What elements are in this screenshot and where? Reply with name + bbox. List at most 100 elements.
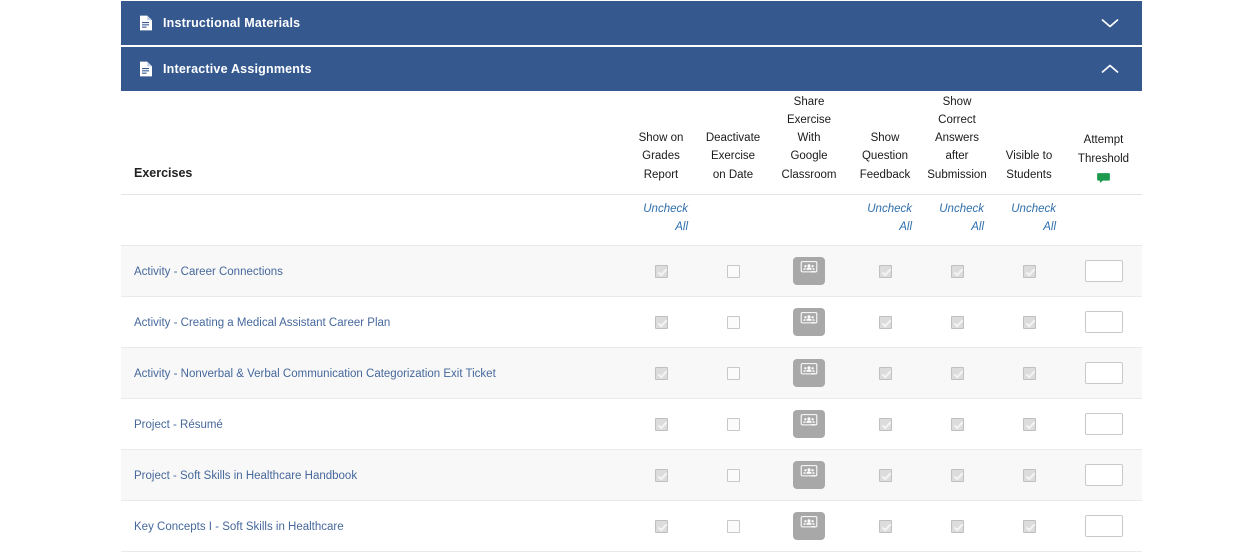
checkbox-deactivate-exercise-on-date[interactable] bbox=[726, 468, 740, 482]
column-header-show-question-feedback: Show Question Feedback bbox=[849, 93, 921, 195]
checkbox-visible-to-students[interactable] bbox=[1022, 519, 1036, 533]
cell-share-with-google-classroom bbox=[769, 500, 849, 553]
uncheck-all-line1: Uncheck bbox=[939, 202, 984, 215]
attempt-threshold-input[interactable] bbox=[1084, 311, 1123, 334]
checkbox-show-on-grades-report[interactable] bbox=[654, 264, 668, 278]
cell-show-question-feedback bbox=[849, 500, 921, 553]
attempt-threshold-input[interactable] bbox=[1084, 362, 1123, 385]
uncheck-all-cell-grades: Uncheck All bbox=[625, 194, 697, 247]
uncheck-all-line1: Uncheck bbox=[1011, 202, 1056, 215]
google-classroom-share-button[interactable] bbox=[793, 512, 825, 541]
column-header-line: Visible to bbox=[1005, 150, 1053, 163]
cell-attempt-threshold bbox=[1065, 398, 1142, 451]
column-header-line: Exercise bbox=[786, 114, 832, 127]
exercise-link[interactable]: Activity - Career Connections bbox=[134, 266, 283, 278]
google-classroom-share-button[interactable] bbox=[793, 461, 825, 490]
cell-attempt-threshold bbox=[1065, 500, 1142, 553]
checkbox-show-correct-answers-after-submission[interactable] bbox=[950, 468, 964, 482]
checkbox-show-correct-answers-after-submission[interactable] bbox=[950, 264, 964, 278]
cell-show-on-grades-report bbox=[625, 296, 697, 349]
checkbox-show-question-feedback[interactable] bbox=[878, 468, 892, 482]
table-row: Activity - Nonverbal & Verbal Communicat… bbox=[121, 347, 1142, 400]
checkbox-show-correct-answers-after-submission[interactable] bbox=[950, 315, 964, 329]
checkbox-show-question-feedback[interactable] bbox=[878, 315, 892, 329]
comment-bubble-icon[interactable] bbox=[1097, 172, 1110, 184]
uncheck-all-line1: Uncheck bbox=[643, 202, 688, 215]
column-header-show-correct-answers-after-submission: Show Correct Answers after Submission bbox=[921, 93, 993, 195]
checkbox-deactivate-exercise-on-date[interactable] bbox=[726, 264, 740, 278]
google-classroom-glyph bbox=[800, 465, 818, 477]
checkbox-visible-to-students[interactable] bbox=[1022, 264, 1036, 278]
exercise-link[interactable]: Key Concepts I - Soft Skills in Healthca… bbox=[134, 521, 344, 533]
section-header-interactive-assignments[interactable]: Interactive Assignments bbox=[121, 47, 1142, 92]
google-classroom-share-button[interactable] bbox=[793, 308, 825, 337]
column-header-line: Answers bbox=[934, 132, 980, 145]
uncheck-all-link-show-correct-answers[interactable]: Uncheck All bbox=[930, 201, 984, 237]
column-header-line: Correct bbox=[938, 114, 976, 127]
uncheck-all-link-show-on-grades-report[interactable]: Uncheck All bbox=[634, 201, 688, 237]
checkbox-show-on-grades-report[interactable] bbox=[654, 366, 668, 380]
exercise-link[interactable]: Project - Résumé bbox=[134, 419, 223, 431]
checkbox-show-on-grades-report[interactable] bbox=[654, 315, 668, 329]
section-header-instructional-materials[interactable]: Instructional Materials bbox=[121, 1, 1142, 46]
uncheck-all-link-visible-to-students[interactable]: Uncheck All bbox=[1002, 201, 1056, 237]
column-header-attempt-threshold: Attempt Threshold bbox=[1065, 93, 1142, 195]
table-header: Exercises Show on Grades Report Deactiva… bbox=[121, 93, 1142, 247]
exercise-link[interactable]: Activity - Nonverbal & Verbal Communicat… bbox=[134, 368, 496, 380]
checkbox-deactivate-exercise-on-date[interactable] bbox=[726, 366, 740, 380]
uncheck-all-link-show-question-feedback[interactable]: Uncheck All bbox=[858, 201, 912, 237]
checkbox-show-on-grades-report[interactable] bbox=[654, 417, 668, 431]
column-header-deactivate-exercise-on-date: Deactivate Exercise on Date bbox=[697, 93, 769, 195]
checkbox-show-on-grades-report[interactable] bbox=[654, 519, 668, 533]
uncheck-all-cell-feedback: Uncheck All bbox=[849, 194, 921, 247]
checkbox-visible-to-students[interactable] bbox=[1022, 417, 1036, 431]
checkbox-deactivate-exercise-on-date[interactable] bbox=[726, 417, 740, 431]
cell-deactivate-exercise-on-date bbox=[697, 500, 769, 553]
exercise-link[interactable]: Activity - Creating a Medical Assistant … bbox=[134, 317, 390, 329]
column-header-line: Report bbox=[643, 168, 679, 181]
checkbox-show-correct-answers-after-submission[interactable] bbox=[950, 366, 964, 380]
checkbox-show-question-feedback[interactable] bbox=[878, 417, 892, 431]
cell-attempt-threshold bbox=[1065, 245, 1142, 298]
cell-show-on-grades-report bbox=[625, 449, 697, 502]
google-classroom-share-button[interactable] bbox=[793, 410, 825, 439]
column-header-line: With bbox=[797, 132, 821, 145]
exercise-link[interactable]: Project - Soft Skills in Healthcare Hand… bbox=[134, 470, 357, 482]
checkbox-show-question-feedback[interactable] bbox=[878, 519, 892, 533]
checkbox-visible-to-students[interactable] bbox=[1022, 366, 1036, 380]
cell-show-correct-answers-after-submission bbox=[921, 296, 993, 349]
column-header-line: Exercises bbox=[134, 166, 193, 181]
google-classroom-glyph bbox=[800, 261, 818, 273]
section-title: Interactive Assignments bbox=[163, 62, 312, 76]
checkbox-show-correct-answers-after-submission[interactable] bbox=[950, 417, 964, 431]
cell-deactivate-exercise-on-date bbox=[697, 296, 769, 349]
column-header-share-with-google-classroom: Share Exercise With Google Classroom bbox=[769, 93, 849, 195]
cell-deactivate-exercise-on-date bbox=[697, 449, 769, 502]
column-header-line: on Date bbox=[712, 168, 754, 181]
chevron-up-icon[interactable] bbox=[1100, 63, 1120, 75]
exercise-name-cell: Activity - Career Connections bbox=[121, 245, 625, 298]
table-row: Project - Soft Skills in Healthcare Hand… bbox=[121, 449, 1142, 502]
checkbox-show-question-feedback[interactable] bbox=[878, 366, 892, 380]
cell-deactivate-exercise-on-date bbox=[697, 347, 769, 400]
attempt-threshold-input[interactable] bbox=[1084, 413, 1123, 436]
checkbox-visible-to-students[interactable] bbox=[1022, 315, 1036, 329]
checkbox-show-question-feedback[interactable] bbox=[878, 264, 892, 278]
chevron-down-icon[interactable] bbox=[1100, 17, 1120, 29]
google-classroom-share-button[interactable] bbox=[793, 359, 825, 388]
exercise-name-cell: Project - Résumé bbox=[121, 398, 625, 451]
uncheck-all-line1: Uncheck bbox=[867, 202, 912, 215]
google-classroom-share-button[interactable] bbox=[793, 257, 825, 286]
checkbox-visible-to-students[interactable] bbox=[1022, 468, 1036, 482]
page-root: Instructional Materials Interactive Assi… bbox=[0, 0, 1248, 553]
checkbox-deactivate-exercise-on-date[interactable] bbox=[726, 519, 740, 533]
checkbox-deactivate-exercise-on-date[interactable] bbox=[726, 315, 740, 329]
attempt-threshold-input[interactable] bbox=[1084, 515, 1123, 538]
uncheck-all-row: Uncheck All Uncheck All Uncheck All Unch… bbox=[121, 194, 1142, 247]
checkbox-show-on-grades-report[interactable] bbox=[654, 468, 668, 482]
column-header-row: Exercises Show on Grades Report Deactiva… bbox=[121, 93, 1142, 195]
cell-show-question-feedback bbox=[849, 449, 921, 502]
checkbox-show-correct-answers-after-submission[interactable] bbox=[950, 519, 964, 533]
attempt-threshold-input[interactable] bbox=[1084, 260, 1123, 283]
attempt-threshold-input[interactable] bbox=[1084, 464, 1123, 487]
